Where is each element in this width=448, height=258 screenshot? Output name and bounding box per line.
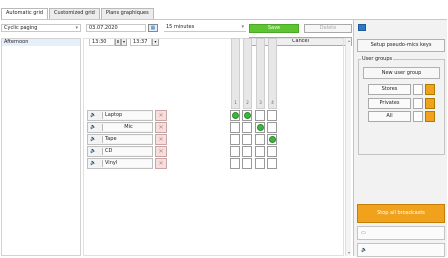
panel-toggle-icon[interactable] bbox=[358, 24, 366, 31]
grid-cell[interactable] bbox=[255, 158, 265, 169]
interval-select[interactable]: 15 minutes bbox=[164, 24, 246, 32]
pencil-icon[interactable] bbox=[413, 111, 423, 122]
trash-icon[interactable] bbox=[425, 98, 435, 109]
close-icon[interactable]: ✕ bbox=[155, 158, 167, 169]
grid-cell[interactable] bbox=[267, 122, 277, 133]
active-dot bbox=[257, 124, 264, 131]
grid-cell[interactable] bbox=[255, 134, 265, 145]
pencil-icon[interactable] bbox=[413, 98, 423, 109]
grid-scrollbar[interactable]: ▴ ▾ bbox=[345, 38, 351, 256]
key-vinyl[interactable]: 🔈 Vinyl bbox=[87, 158, 153, 169]
close-icon[interactable]: ✕ bbox=[155, 134, 167, 145]
close-icon[interactable]: ✕ bbox=[155, 122, 167, 133]
grid-cell[interactable] bbox=[230, 158, 240, 169]
key-tape[interactable]: 🔈 Tape bbox=[87, 134, 153, 145]
close-icon[interactable]: ✕ bbox=[155, 146, 167, 157]
group-all[interactable]: All bbox=[368, 111, 411, 122]
column-header: 2 bbox=[243, 38, 252, 109]
small-audio-box: 🔈 bbox=[357, 243, 445, 257]
tab-plans-graphiques[interactable]: Plans graphiques bbox=[100, 8, 154, 19]
speaker-icon: 🔈 bbox=[90, 160, 97, 166]
grid-cell[interactable] bbox=[242, 158, 252, 169]
grid-cell[interactable] bbox=[242, 146, 252, 157]
key-mic[interactable]: 🔈 Mic bbox=[87, 122, 153, 133]
grid-cell[interactable] bbox=[242, 122, 252, 133]
grid-cell[interactable] bbox=[267, 158, 277, 169]
grid-cell[interactable] bbox=[267, 134, 277, 145]
stop-all-broadcasts-button[interactable]: Stop all broadcasts bbox=[357, 204, 445, 223]
grid-cell[interactable] bbox=[242, 134, 252, 145]
mode-select[interactable]: Cyclic paging bbox=[1, 24, 81, 32]
column-header: 4 bbox=[268, 38, 277, 109]
pencil-icon[interactable] bbox=[413, 84, 423, 95]
column-header: 3 bbox=[256, 38, 265, 109]
grid-cell[interactable] bbox=[267, 146, 277, 157]
grid-cell[interactable] bbox=[230, 110, 240, 121]
small-display-box: ▭ bbox=[357, 226, 445, 240]
setup-pseudo-mics-button[interactable]: Setup pseudo-mics keys bbox=[357, 39, 445, 52]
speaker-icon: 🔈 bbox=[90, 124, 97, 130]
schedule-list[interactable] bbox=[1, 38, 81, 256]
scroll-up-icon[interactable]: ▴ bbox=[346, 38, 352, 44]
speaker-icon: 🔈 bbox=[90, 112, 97, 118]
key-cd[interactable]: 🔈 CD bbox=[87, 146, 153, 157]
close-icon[interactable]: ✕ bbox=[155, 110, 167, 121]
active-dot bbox=[232, 112, 239, 119]
active-dot bbox=[269, 136, 276, 143]
tab-customized-grid[interactable]: Customized grid bbox=[49, 8, 100, 19]
scroll-down-icon[interactable]: ▾ bbox=[346, 250, 352, 256]
speaker-icon: 🔈 bbox=[90, 148, 97, 154]
date-field[interactable]: 03.07.2020 bbox=[86, 24, 146, 32]
trash-icon[interactable] bbox=[425, 111, 435, 122]
new-user-group-button[interactable]: New user group bbox=[363, 67, 440, 79]
grid-cell[interactable] bbox=[230, 134, 240, 145]
grid-cell[interactable] bbox=[242, 110, 252, 121]
grid-cell[interactable] bbox=[255, 146, 265, 157]
trash-icon[interactable] bbox=[425, 84, 435, 95]
group-stores[interactable]: Stores bbox=[368, 84, 411, 95]
delete-button[interactable]: Delete bbox=[304, 24, 352, 33]
column-header: 1 bbox=[231, 38, 240, 109]
active-dot bbox=[244, 112, 251, 119]
key-laptop[interactable]: 🔈 Laptop bbox=[87, 110, 153, 121]
speaker-icon: 🔈 bbox=[90, 136, 97, 142]
grid-cell[interactable] bbox=[230, 122, 240, 133]
calendar-icon[interactable]: ▦ bbox=[148, 24, 158, 32]
grid-cell[interactable] bbox=[267, 110, 277, 121]
user-groups-title: User groups bbox=[361, 56, 394, 62]
tab-automatic-grid[interactable]: Automatic grid bbox=[1, 8, 49, 19]
grid-cell[interactable] bbox=[255, 122, 265, 133]
grid-cell[interactable] bbox=[230, 146, 240, 157]
group-privates[interactable]: Privates bbox=[368, 98, 411, 109]
grid-cell[interactable] bbox=[255, 110, 265, 121]
save-button[interactable]: Save bbox=[249, 24, 299, 33]
tab-bar: Automatic grid Customized grid Plans gra… bbox=[1, 8, 155, 19]
